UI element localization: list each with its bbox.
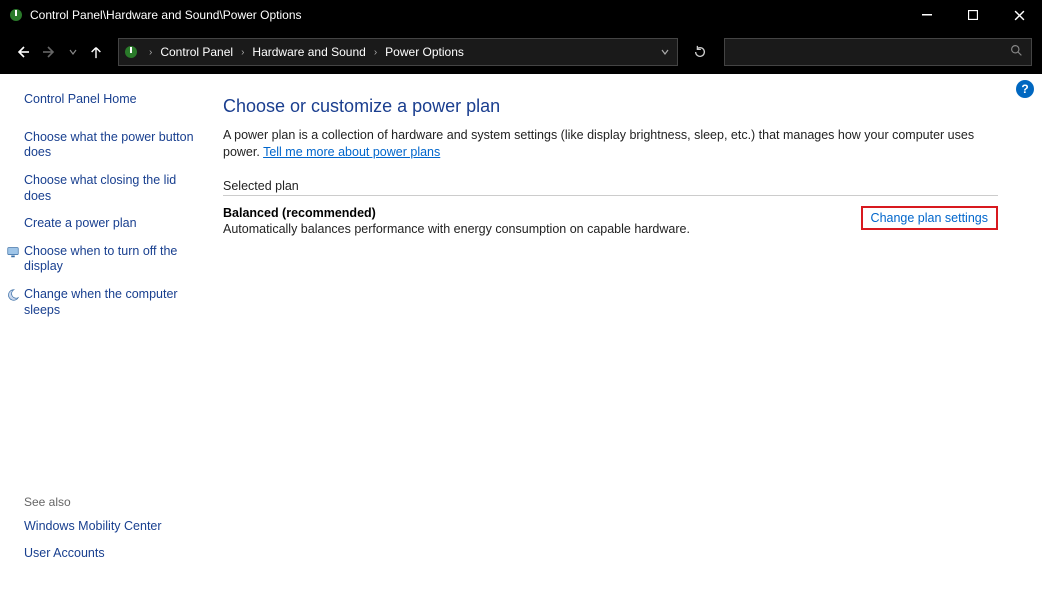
- see-also-heading: See also: [24, 495, 205, 509]
- breadcrumb-control-panel[interactable]: Control Panel: [158, 45, 235, 59]
- back-button[interactable]: [10, 40, 34, 64]
- main-content: Choose or customize a power plan A power…: [215, 74, 1015, 592]
- recent-locations-dropdown[interactable]: [66, 48, 80, 56]
- refresh-button[interactable]: [686, 38, 714, 66]
- see-also-section: See also Windows Mobility Center User Ac…: [24, 495, 205, 562]
- breadcrumb-power-options[interactable]: Power Options: [383, 45, 466, 59]
- minimize-button[interactable]: [904, 0, 950, 30]
- search-input[interactable]: [731, 45, 1025, 59]
- page-title: Choose or customize a power plan: [223, 96, 995, 117]
- sidebar-item-create-plan[interactable]: Create a power plan: [24, 216, 194, 232]
- search-icon: [1010, 44, 1023, 60]
- sidebar: Control Panel Home Choose what the power…: [0, 74, 215, 592]
- plan-name: Balanced (recommended): [223, 206, 861, 220]
- sidebar-item-power-button[interactable]: Choose what the power button does: [24, 130, 194, 161]
- window-controls: [904, 0, 1042, 30]
- chevron-right-icon[interactable]: ›: [235, 47, 250, 58]
- change-plan-settings-link[interactable]: Change plan settings: [861, 206, 998, 230]
- chevron-right-icon[interactable]: ›: [368, 47, 383, 58]
- address-dropdown-icon[interactable]: [657, 45, 673, 59]
- monitor-icon: [6, 245, 20, 259]
- forward-button[interactable]: [38, 40, 62, 64]
- address-bar[interactable]: › Control Panel › Hardware and Sound › P…: [118, 38, 678, 66]
- power-options-icon: [8, 7, 24, 23]
- sidebar-item-computer-sleeps[interactable]: Change when the computer sleeps: [24, 287, 194, 318]
- titlebar: Control Panel\Hardware and Sound\Power O…: [0, 0, 1042, 30]
- up-button[interactable]: [84, 40, 108, 64]
- chevron-right-icon[interactable]: ›: [143, 47, 158, 58]
- tell-me-more-link[interactable]: Tell me more about power plans: [263, 145, 440, 159]
- help-button[interactable]: ?: [1016, 80, 1034, 98]
- plan-description: Automatically balances performance with …: [223, 222, 861, 236]
- close-button[interactable]: [996, 0, 1042, 30]
- navigation-bar: › Control Panel › Hardware and Sound › P…: [0, 30, 1042, 74]
- breadcrumb-hardware-sound[interactable]: Hardware and Sound: [250, 45, 367, 59]
- moon-icon: [6, 288, 20, 302]
- page-description: A power plan is a collection of hardware…: [223, 127, 995, 161]
- search-box[interactable]: [724, 38, 1032, 66]
- power-options-icon: [123, 44, 139, 60]
- power-plan-row: Balanced (recommended) Automatically bal…: [223, 206, 998, 236]
- see-also-user-accounts[interactable]: User Accounts: [24, 546, 194, 562]
- selected-plan-heading: Selected plan: [223, 179, 998, 196]
- see-also-mobility-center[interactable]: Windows Mobility Center: [24, 519, 194, 535]
- control-panel-home-link[interactable]: Control Panel Home: [24, 92, 194, 108]
- window-title: Control Panel\Hardware and Sound\Power O…: [30, 8, 904, 22]
- sidebar-item-turn-off-display[interactable]: Choose when to turn off the display: [24, 244, 194, 275]
- sidebar-item-closing-lid[interactable]: Choose what closing the lid does: [24, 173, 194, 204]
- maximize-button[interactable]: [950, 0, 996, 30]
